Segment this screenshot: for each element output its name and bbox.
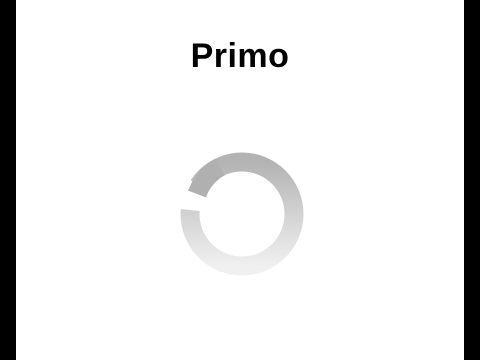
app-title: Primo bbox=[190, 37, 290, 75]
spinner-graphic bbox=[179, 152, 304, 276]
splash-screen: Primo bbox=[16, 0, 464, 360]
spinner-head bbox=[188, 158, 226, 198]
loading-spinner-icon bbox=[179, 152, 304, 276]
